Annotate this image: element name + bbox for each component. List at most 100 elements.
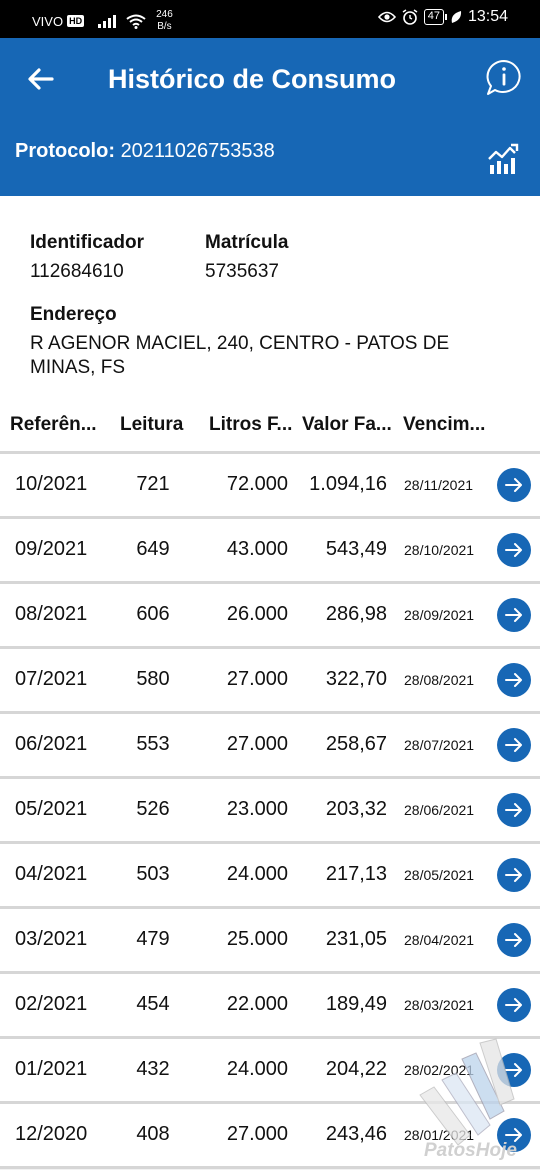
cell-litros: 27.000	[226, 733, 288, 755]
back-button[interactable]	[24, 62, 58, 96]
carrier-label: VIVO	[32, 13, 64, 29]
eye-icon	[377, 11, 396, 23]
cell-vencimento: 28/03/2021	[404, 997, 475, 1013]
cell-litros: 43.000	[226, 538, 288, 560]
cell-leitura: 408	[136, 1123, 170, 1145]
column-header-vencimento[interactable]: Vencim...	[403, 414, 485, 436]
cell-referencia: 05/2021	[15, 798, 88, 820]
net-speed: 246 B/s	[156, 9, 173, 33]
row-detail-button[interactable]	[497, 533, 531, 567]
table-row: 06/2021 553 27.000 258,67 28/07/2021	[0, 714, 540, 779]
alarm-icon	[402, 9, 418, 25]
cell-leitura: 606	[136, 603, 170, 625]
column-header-litros[interactable]: Litros F...	[209, 414, 292, 436]
battery-indicator: 47	[423, 9, 448, 25]
cell-vencimento: 28/09/2021	[404, 607, 475, 623]
cell-litros: 26.000	[226, 603, 288, 625]
cell-referencia: 07/2021	[15, 668, 88, 690]
clock: 13:54	[467, 8, 508, 25]
cell-vencimento: 28/06/2021	[404, 802, 475, 818]
chart-icon	[488, 143, 519, 174]
cell-litros: 24.000	[226, 863, 288, 885]
table-row: 03/2021 479 25.000 231,05 28/04/2021	[0, 909, 540, 974]
cell-referencia: 02/2021	[15, 993, 88, 1015]
table-header: Referên... Leitura Litros F... Valor Fa.…	[0, 400, 540, 454]
signal-icon	[98, 14, 117, 28]
cell-leitura: 553	[136, 733, 170, 755]
cell-valor: 204,22	[325, 1058, 387, 1080]
table-row: 05/2021 526 23.000 203,32 28/06/2021	[0, 779, 540, 844]
row-detail-button[interactable]	[497, 923, 531, 957]
matricula-value: 5735637	[205, 261, 279, 282]
cell-referencia: 09/2021	[15, 538, 88, 560]
column-header-leitura[interactable]: Leitura	[120, 414, 183, 436]
row-detail-button[interactable]	[497, 728, 531, 762]
row-detail-button[interactable]	[497, 598, 531, 632]
arrow-right-icon	[505, 933, 522, 947]
arrow-right-icon	[505, 543, 522, 557]
chart-button[interactable]	[486, 142, 520, 176]
app-header: Histórico de Consumo Protocolo: 20211026…	[0, 38, 540, 196]
cell-vencimento: 28/04/2021	[404, 932, 475, 948]
cell-referencia: 04/2021	[15, 863, 88, 885]
row-detail-button[interactable]	[497, 858, 531, 892]
table-row: 10/2021 721 72.000 1.094,16 28/11/2021	[0, 454, 540, 519]
cell-leitura: 503	[136, 863, 170, 885]
identificador-value: 112684610	[30, 261, 124, 282]
cell-litros: 22.000	[226, 993, 288, 1015]
matricula-label: Matrícula	[205, 232, 289, 253]
table-row: 04/2021 503 24.000 217,13 28/05/2021	[0, 844, 540, 909]
cell-vencimento: 28/08/2021	[404, 672, 475, 688]
arrow-right-icon	[505, 738, 522, 752]
cell-vencimento: 28/10/2021	[404, 542, 475, 558]
cell-referencia: 10/2021	[15, 473, 88, 495]
cell-referencia: 12/2020	[15, 1123, 88, 1145]
cell-litros: 23.000	[226, 798, 288, 820]
cell-valor: 1.094,16	[309, 473, 387, 495]
cell-referencia: 06/2021	[15, 733, 88, 755]
cell-litros: 24.000	[226, 1058, 288, 1080]
cell-referencia: 03/2021	[15, 928, 88, 950]
cell-valor: 286,98	[325, 603, 387, 625]
cell-leitura: 580	[136, 668, 170, 690]
leaf-icon	[451, 11, 462, 23]
cell-litros: 25.000	[226, 928, 288, 950]
endereco-label: Endereço	[30, 304, 117, 325]
row-detail-button[interactable]	[497, 468, 531, 502]
net-speed-unit: B/s	[157, 21, 172, 32]
hd-badge: HD	[67, 15, 85, 27]
protocol-value: 20211026753538	[120, 140, 275, 162]
watermark-text: PatosHoje	[424, 1140, 517, 1161]
cell-referencia: 08/2021	[15, 603, 88, 625]
cell-vencimento: 28/05/2021	[404, 867, 475, 883]
column-header-referencia[interactable]: Referên...	[10, 414, 97, 436]
arrow-right-icon	[505, 998, 522, 1012]
protocol-label: Protocolo:	[15, 140, 115, 162]
page-title: Histórico de Consumo	[108, 64, 397, 94]
cell-vencimento: 28/11/2021	[404, 477, 474, 493]
cell-vencimento: 28/07/2021	[404, 737, 475, 753]
cell-litros: 27.000	[226, 668, 288, 690]
arrow-right-icon	[505, 868, 522, 882]
status-left: VIVO HD 246 B/s	[32, 9, 173, 33]
arrow-right-icon	[505, 673, 522, 687]
cell-leitura: 479	[136, 928, 170, 950]
table-row: 02/2021 454 22.000 189,49 28/03/2021	[0, 974, 540, 1039]
cell-valor: 258,67	[325, 733, 387, 755]
cell-valor: 322,70	[325, 668, 387, 690]
protocol-line: Protocolo: 20211026753538	[15, 140, 275, 163]
cell-litros: 72.000	[226, 473, 288, 495]
cell-referencia: 01/2021	[15, 1058, 88, 1080]
cell-leitura: 721	[136, 473, 170, 495]
row-detail-button[interactable]	[497, 663, 531, 697]
arrow-right-icon	[505, 803, 522, 817]
row-detail-button[interactable]	[497, 988, 531, 1022]
info-button[interactable]	[484, 58, 524, 98]
row-detail-button[interactable]	[497, 793, 531, 827]
cell-valor: 231,05	[325, 928, 387, 950]
table-row: 07/2021 580 27.000 322,70 28/08/2021	[0, 649, 540, 714]
cell-leitura: 454	[136, 993, 170, 1015]
column-header-valor[interactable]: Valor Fa...	[302, 414, 392, 436]
cell-valor: 543,49	[325, 538, 387, 560]
arrow-left-icon	[28, 68, 54, 90]
